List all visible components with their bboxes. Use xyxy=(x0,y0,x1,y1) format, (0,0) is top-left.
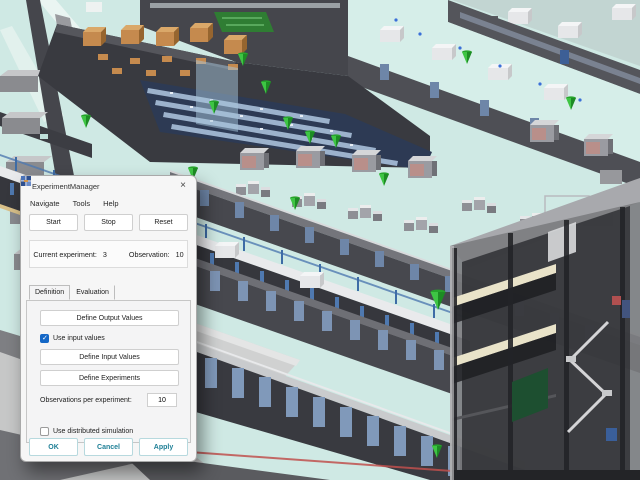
tab-bar: Definition Evaluation xyxy=(29,285,196,300)
status-box: Current experiment: 3 Observation: 10 xyxy=(29,240,188,268)
observations-row: Observations per experiment: xyxy=(40,393,177,407)
dialog-title: ExperimentManager xyxy=(32,182,175,191)
use-input-values-label: Use input values xyxy=(53,335,105,342)
stop-button[interactable]: Stop xyxy=(84,214,133,231)
menu-navigate[interactable]: Navigate xyxy=(30,199,60,208)
distributed-simulation-label: Use distributed simulation xyxy=(53,428,133,435)
define-experiments-button[interactable]: Define Experiments xyxy=(40,370,179,386)
simulation-controls: Start Stop Reset xyxy=(21,211,196,235)
current-experiment-label: Current experiment: xyxy=(33,250,97,259)
menu-help[interactable]: Help xyxy=(103,199,118,208)
observation-label: Observation: xyxy=(129,250,170,259)
ok-button[interactable]: OK xyxy=(29,438,78,456)
menu-tools[interactable]: Tools xyxy=(73,199,91,208)
define-output-values-button[interactable]: Define Output Values xyxy=(40,310,179,326)
observations-label: Observations per experiment: xyxy=(40,397,147,404)
use-input-values-checkbox[interactable] xyxy=(40,334,49,343)
experiment-manager-dialog: ExperimentManager × Navigate Tools Help … xyxy=(20,175,197,462)
dialog-titlebar[interactable]: ExperimentManager × xyxy=(21,176,196,196)
observations-input[interactable] xyxy=(147,393,177,407)
tab-definition[interactable]: Definition xyxy=(29,285,70,300)
use-input-values-row: Use input values xyxy=(40,334,177,343)
cancel-button[interactable]: Cancel xyxy=(84,438,133,456)
tab-evaluation[interactable]: Evaluation xyxy=(70,285,115,300)
application-window: ExperimentManager × Navigate Tools Help … xyxy=(0,0,640,480)
translucent-curtain xyxy=(196,60,238,132)
observation-value: 10 xyxy=(176,250,184,259)
reset-button[interactable]: Reset xyxy=(139,214,188,231)
distributed-row: Use distributed simulation xyxy=(40,427,177,436)
green-board xyxy=(214,12,274,32)
apply-button[interactable]: Apply xyxy=(139,438,188,456)
close-icon[interactable]: × xyxy=(175,179,191,193)
menu-bar: Navigate Tools Help xyxy=(21,196,196,211)
current-experiment-value: 3 xyxy=(103,250,107,259)
start-button[interactable]: Start xyxy=(29,214,78,231)
experiment-manager-icon xyxy=(21,176,31,186)
distributed-simulation-checkbox[interactable] xyxy=(40,427,49,436)
definition-tab-panel: Define Output Values Use input values De… xyxy=(26,300,191,443)
define-input-values-button[interactable]: Define Input Values xyxy=(40,349,179,365)
dialog-footer: OK Cancel Apply xyxy=(29,438,188,456)
